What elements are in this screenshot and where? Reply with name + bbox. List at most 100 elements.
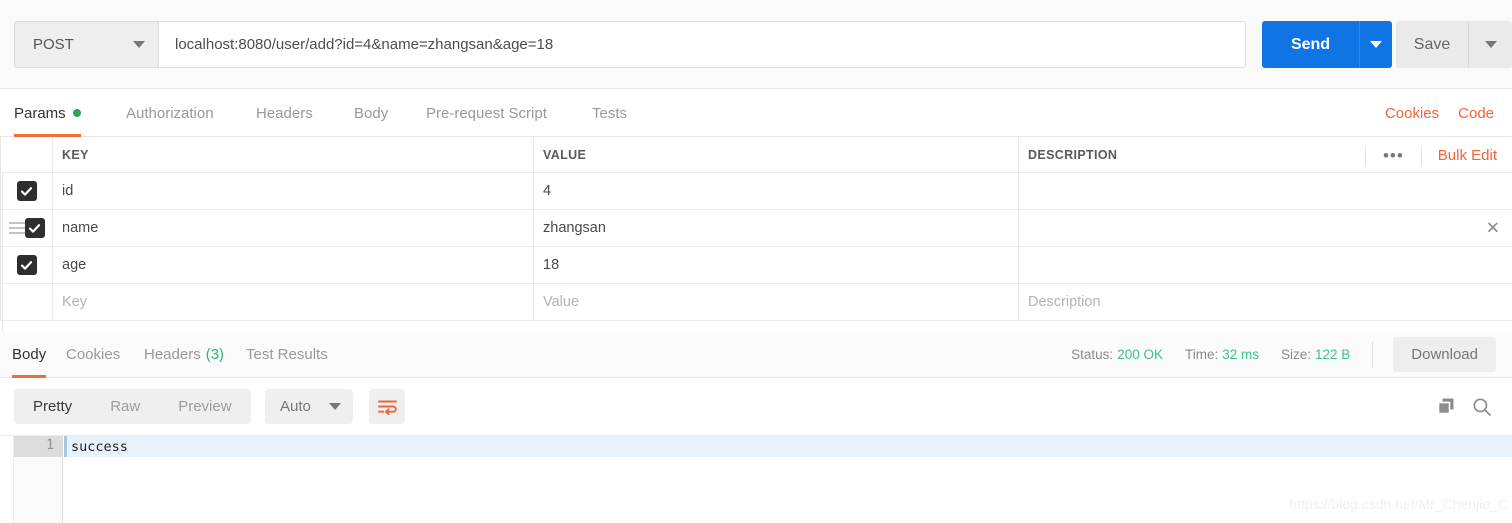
header-value-cell: VALUE: [534, 137, 1019, 172]
size-badge: Size: 122 B: [1281, 347, 1350, 362]
delete-row-icon[interactable]: ✕: [1486, 220, 1500, 237]
send-options-button[interactable]: [1359, 21, 1392, 68]
params-active-dot-icon: [72, 109, 81, 117]
word-wrap-icon: [377, 400, 397, 415]
tab-authorization[interactable]: Authorization: [126, 89, 214, 137]
save-options-button[interactable]: [1468, 21, 1512, 68]
view-mode-raw[interactable]: Raw: [91, 389, 159, 424]
header-description-cell: DESCRIPTION ••• Bulk Edit: [1019, 137, 1512, 172]
drag-handle-icon[interactable]: [9, 222, 25, 234]
status-value: 200 OK: [1117, 347, 1163, 362]
row-checkbox-checked-icon[interactable]: [16, 181, 37, 201]
request-tab-bar: Params Authorization Headers Body Pre-re…: [0, 89, 1512, 137]
row-checkbox-cell[interactable]: [1, 210, 53, 246]
body-format-label: Auto: [280, 398, 311, 415]
row-value-cell[interactable]: zhangsan: [534, 210, 1019, 246]
new-row-value-placeholder: Value: [543, 294, 580, 310]
tab-tests[interactable]: Tests: [592, 89, 627, 137]
row-description-cell[interactable]: [1019, 247, 1512, 283]
code-gutter-active-line: [14, 436, 63, 457]
cookies-link[interactable]: Cookies: [1385, 105, 1439, 122]
header-key-cell: KEY: [53, 137, 534, 172]
watermark: https://blog.csdn.net/Mr_Chenjie_C: [1289, 496, 1508, 512]
row-checkbox-cell: [1, 284, 53, 320]
response-tab-body[interactable]: Body: [12, 331, 47, 378]
row-key-cell[interactable]: name: [53, 210, 534, 246]
response-tab-headers-label: Headers: [144, 346, 201, 363]
http-method-select[interactable]: POST: [14, 21, 158, 68]
line-number: 1: [46, 438, 54, 453]
new-row-description-placeholder: Description: [1028, 294, 1101, 310]
row-key-text: age: [62, 257, 87, 273]
tab-authorization-label: Authorization: [126, 104, 214, 122]
body-view-mode-group: Pretty Raw Preview: [14, 389, 251, 424]
table-row[interactable]: id 4: [1, 173, 1512, 210]
download-button[interactable]: Download: [1393, 337, 1496, 372]
table-row[interactable]: age 18: [1, 247, 1512, 284]
code-line-marker: [64, 436, 67, 457]
body-format-select[interactable]: Auto: [265, 389, 353, 424]
params-table-header-row: KEY VALUE DESCRIPTION ••• Bulk Edit: [1, 137, 1512, 173]
response-tab-test-results[interactable]: Test Results: [246, 331, 328, 378]
send-button[interactable]: Send: [1262, 21, 1359, 68]
row-value-text: 18: [543, 257, 560, 273]
body-toolbar-icons: [1437, 389, 1492, 424]
row-description-cell[interactable]: ✕: [1019, 210, 1512, 246]
table-row[interactable]: name zhangsan ✕: [1, 210, 1512, 247]
new-row-key-input[interactable]: Key: [53, 284, 534, 320]
tab-pre-request-script[interactable]: Pre-request Script: [426, 89, 547, 137]
row-checkbox-cell[interactable]: [1, 173, 53, 209]
copy-button[interactable]: [1437, 397, 1456, 416]
code-line-1[interactable]: success: [64, 436, 1512, 457]
tab-body-label: Body: [354, 104, 389, 122]
view-mode-pretty[interactable]: Pretty: [14, 389, 91, 424]
view-mode-preview[interactable]: Preview: [159, 389, 250, 424]
code-left-rail: [0, 436, 14, 523]
size-label: Size:: [1280, 347, 1311, 362]
header-value-label: VALUE: [543, 147, 587, 162]
word-wrap-button[interactable]: [369, 389, 405, 424]
url-bar-inner: POST localhost:8080/user/add?id=4&name=z…: [14, 21, 1246, 68]
row-key-text: name: [62, 220, 99, 236]
tab-params-label: Params: [14, 104, 66, 122]
size-value: 122 B: [1315, 347, 1351, 362]
row-value-text: zhangsan: [543, 220, 606, 236]
code-link[interactable]: Code: [1458, 105, 1494, 122]
send-button-group: Send: [1262, 21, 1392, 68]
row-value-cell[interactable]: 18: [534, 247, 1019, 283]
row-key-cell[interactable]: id: [53, 173, 534, 209]
request-url-input[interactable]: localhost:8080/user/add?id=4&name=zhangs…: [158, 21, 1246, 68]
save-button[interactable]: Save: [1396, 21, 1468, 68]
row-value-cell[interactable]: 4: [534, 173, 1019, 209]
params-table: KEY VALUE DESCRIPTION ••• Bulk Edit id 4: [0, 137, 1512, 321]
table-row-new[interactable]: Key Value Description: [1, 284, 1512, 321]
header-key-label: KEY: [62, 147, 89, 162]
chevron-down-icon: [133, 41, 145, 48]
tab-headers-label: Headers: [256, 104, 313, 122]
tab-params[interactable]: Params: [14, 89, 81, 137]
bulk-edit-button[interactable]: Bulk Edit: [1422, 147, 1497, 164]
response-body-text: success: [71, 439, 128, 455]
response-tab-headers[interactable]: Headers (3): [144, 331, 224, 378]
time-value: 32 ms: [1222, 347, 1259, 362]
chevron-down-icon: [329, 403, 341, 410]
status-divider: [1372, 341, 1374, 368]
tab-body[interactable]: Body: [354, 89, 388, 137]
row-checkbox-cell[interactable]: [1, 247, 53, 283]
status-label: Status:: [1071, 347, 1114, 362]
new-row-value-input[interactable]: Value: [534, 284, 1019, 320]
row-key-cell[interactable]: age: [53, 247, 534, 283]
row-description-cell[interactable]: [1019, 173, 1512, 209]
response-headers-count: (3): [205, 346, 225, 363]
row-checkbox-checked-icon[interactable]: [16, 255, 37, 275]
more-options-icon[interactable]: •••: [1364, 145, 1422, 165]
tab-pre-request-script-label: Pre-request Script: [426, 104, 547, 122]
response-tab-test-results-label: Test Results: [246, 346, 328, 363]
new-row-description-input[interactable]: Description: [1019, 284, 1512, 320]
tab-headers[interactable]: Headers: [256, 89, 313, 137]
response-tab-cookies-label: Cookies: [66, 346, 121, 363]
request-url-bar: POST localhost:8080/user/add?id=4&name=z…: [0, 0, 1512, 89]
search-button[interactable]: [1472, 397, 1492, 417]
response-tab-cookies[interactable]: Cookies: [66, 331, 120, 378]
row-checkbox-checked-icon[interactable]: [24, 218, 45, 238]
